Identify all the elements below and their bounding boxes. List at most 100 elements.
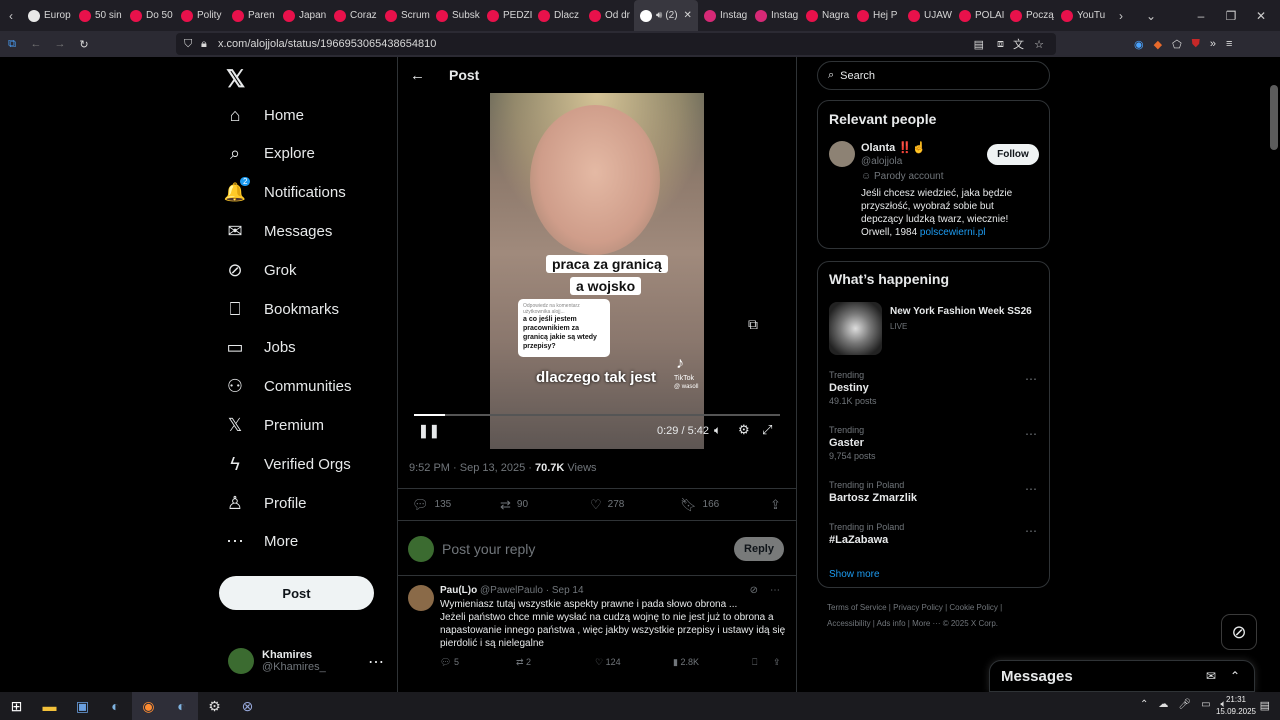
reply-action[interactable]: 💬︎ 135	[412, 497, 451, 513]
nav-item-premium[interactable]: 𝕏 Premium	[224, 413, 324, 437]
steam-running-icon[interactable]: ◐	[165, 692, 198, 720]
tab-scroll-right-icon[interactable]: ›	[1106, 9, 1136, 23]
comment-like-action[interactable]: ♡ 124	[595, 657, 621, 668]
back-arrow-icon[interactable]: ←	[410, 67, 425, 84]
browser-tab[interactable]: Japan	[277, 0, 328, 31]
browser-tab[interactable]: Dlacz	[532, 0, 583, 31]
trend-item[interactable]: Trending in Poland Bartosz Zmarzlik	[829, 480, 917, 506]
nav-item-bookmarks[interactable]: ⎕ Bookmarks	[224, 297, 339, 321]
nav-item-more[interactable]: ⋯ More	[224, 530, 298, 554]
new-message-icon[interactable]: ✉	[1206, 669, 1216, 683]
back-icon[interactable]: ←	[24, 38, 48, 50]
browser-tab[interactable]: Coraz	[328, 0, 379, 31]
picture-in-picture-icon[interactable]: ⧉	[748, 316, 758, 333]
onedrive-icon[interactable]: ☁	[1158, 699, 1168, 710]
event-title[interactable]: New York Fashion Week SS26	[890, 306, 1032, 317]
browser-tab[interactable]: Instag	[698, 0, 749, 31]
show-more-link[interactable]: Show more	[829, 569, 880, 580]
nav-item-profile[interactable]: ♙ Profile	[224, 491, 307, 515]
tab-list-icon[interactable]: ⌄	[1136, 9, 1166, 23]
firefox-icon[interactable]: ◉	[132, 692, 165, 720]
browser-tab[interactable]: Od dr	[583, 0, 634, 31]
fullscreen-icon[interactable]: ⤢	[762, 422, 772, 438]
network-icon[interactable]: ▭	[1201, 699, 1210, 710]
browser-tab[interactable]: YouTu	[1055, 0, 1106, 31]
minimize-icon[interactable]: –	[1186, 9, 1216, 23]
footer-line-2[interactable]: Accessibility | Ads info | More ··· © 20…	[827, 616, 1047, 632]
browser-tab[interactable]: UJAW	[902, 0, 953, 31]
browser-tab[interactable]: PEDZI	[481, 0, 532, 31]
video-player[interactable]: praca za granicą a wojsko Odpowiedz na k…	[408, 93, 786, 449]
extensions-icon[interactable]: ⬠	[1172, 38, 1182, 51]
pip-icon[interactable]: ⧈	[997, 38, 1004, 51]
browser-tab[interactable]: Europ	[22, 0, 73, 31]
browser-tab[interactable]: 50 sin	[73, 0, 124, 31]
url-bar[interactable]: ⛉ 🔒︎ x.com/alojjola/status/1966953065438…	[176, 33, 1056, 55]
repost-action[interactable]: ⇄ 90	[500, 497, 528, 513]
restore-icon[interactable]: ❐	[1216, 9, 1246, 23]
comment-author[interactable]: Pau(L)o	[440, 585, 477, 596]
notifications-icon[interactable]: ▤	[1260, 699, 1270, 712]
bio-link[interactable]: polscewierni.pl	[920, 227, 986, 238]
bookmark-star-icon[interactable]: ☆	[1034, 38, 1044, 51]
trend-more-icon[interactable]: ⋯	[1025, 524, 1037, 538]
trend-more-icon[interactable]: ⋯	[1025, 427, 1037, 441]
app-menu-icon[interactable]: ≡	[1226, 38, 1232, 51]
forward-icon[interactable]: →	[48, 38, 72, 50]
comment-reply-action[interactable]: 💬︎ 5	[440, 657, 459, 668]
account-more-icon[interactable]: ⋯	[368, 652, 384, 672]
app-icon[interactable]: ▣	[66, 692, 99, 720]
bookmark-action[interactable]: 🔖︎ 166	[680, 497, 719, 513]
settings-icon[interactable]: ⚙	[198, 692, 231, 720]
nav-item-explore[interactable]: ⌕ Explore	[224, 142, 315, 166]
volume-icon[interactable]: 🔈︎	[714, 423, 721, 438]
trend-item[interactable]: Trending Destiny 49.1K posts	[829, 370, 877, 406]
messages-drawer[interactable]: Messages ✉ ⌃	[989, 660, 1255, 692]
comment-bookmark-icon[interactable]: ⎕	[752, 657, 757, 668]
browser-tab[interactable]: Hej P	[851, 0, 902, 31]
browser-tab[interactable]: Subsk	[430, 0, 481, 31]
tab-close-icon[interactable]: ✕	[684, 10, 692, 21]
post-timestamp[interactable]: 9:52 PM · Sep 13, 2025 ·	[409, 462, 535, 474]
grok-fab-icon[interactable]: ⊘	[1221, 614, 1257, 650]
nav-item-messages[interactable]: ✉ Messages	[224, 219, 332, 243]
footer-line-1[interactable]: Terms of Service | Privacy Policy | Cook…	[827, 600, 1047, 616]
like-action[interactable]: ♡ 278	[590, 497, 624, 513]
trend-item[interactable]: Trending Gaster 9,754 posts	[829, 425, 876, 461]
comment[interactable]: Pau(L)o @PawelPaulo · Sep 14 ⊘ ⋯ Wymieni…	[398, 575, 796, 682]
close-window-icon[interactable]: ✕	[1246, 9, 1276, 23]
app2-icon[interactable]: ⊗	[231, 692, 264, 720]
translate-icon[interactable]: 文	[1013, 36, 1024, 52]
browser-tab[interactable]: POLAI	[953, 0, 1004, 31]
tray-chevron-icon[interactable]: ⌃	[1140, 699, 1148, 710]
file-explorer-icon[interactable]: ▬	[33, 692, 66, 720]
windows-start-icon[interactable]: ⊞	[0, 692, 33, 720]
reply-button[interactable]: Reply	[734, 537, 784, 561]
sidebar-toggle-icon[interactable]: ⧉	[0, 38, 24, 51]
trend-item[interactable]: Trending in Poland #LaZabawa	[829, 522, 904, 548]
ublock-icon[interactable]: ⛊	[1192, 38, 1200, 51]
nav-item-notifications[interactable]: 🔔 2 Notifications	[224, 176, 346, 205]
tab-audio-icon[interactable]: 🔊︎	[656, 10, 662, 21]
steam-icon[interactable]: ◐	[99, 692, 132, 720]
search-input[interactable]: ⌕ Search	[817, 61, 1050, 90]
browser-tab[interactable]: Scrum	[379, 0, 430, 31]
browser-tab[interactable]: Nagra	[800, 0, 851, 31]
nav-item-jobs[interactable]: ▭ Jobs	[224, 336, 295, 360]
nav-item-communities[interactable]: ⚇ Communities	[224, 375, 352, 399]
event-thumbnail[interactable]	[829, 302, 882, 355]
nav-item-home[interactable]: ⌂ Home	[224, 103, 304, 127]
reader-icon[interactable]: ▤	[974, 38, 984, 51]
browser-tab[interactable]: Do 50	[124, 0, 175, 31]
reply-input[interactable]: Post your reply	[442, 541, 535, 557]
person-name[interactable]: Olanta ‼️☝️	[861, 141, 926, 154]
tab-scroll-left-icon[interactable]: ‹	[0, 9, 22, 23]
vpn-extension-icon[interactable]: ◉	[1134, 38, 1144, 51]
settings-gear-icon[interactable]: ⚙	[738, 422, 750, 438]
system-clock[interactable]: 21:31 15.09.2025	[1216, 694, 1256, 718]
browser-tab[interactable]: Instag	[749, 0, 800, 31]
trend-more-icon[interactable]: ⋯	[1025, 482, 1037, 496]
reload-icon[interactable]: ↻	[72, 38, 96, 51]
comment-share-icon[interactable]: ⇪	[773, 657, 781, 668]
account-switcher[interactable]: Khamires @Khamires_ ⋯	[228, 648, 384, 674]
